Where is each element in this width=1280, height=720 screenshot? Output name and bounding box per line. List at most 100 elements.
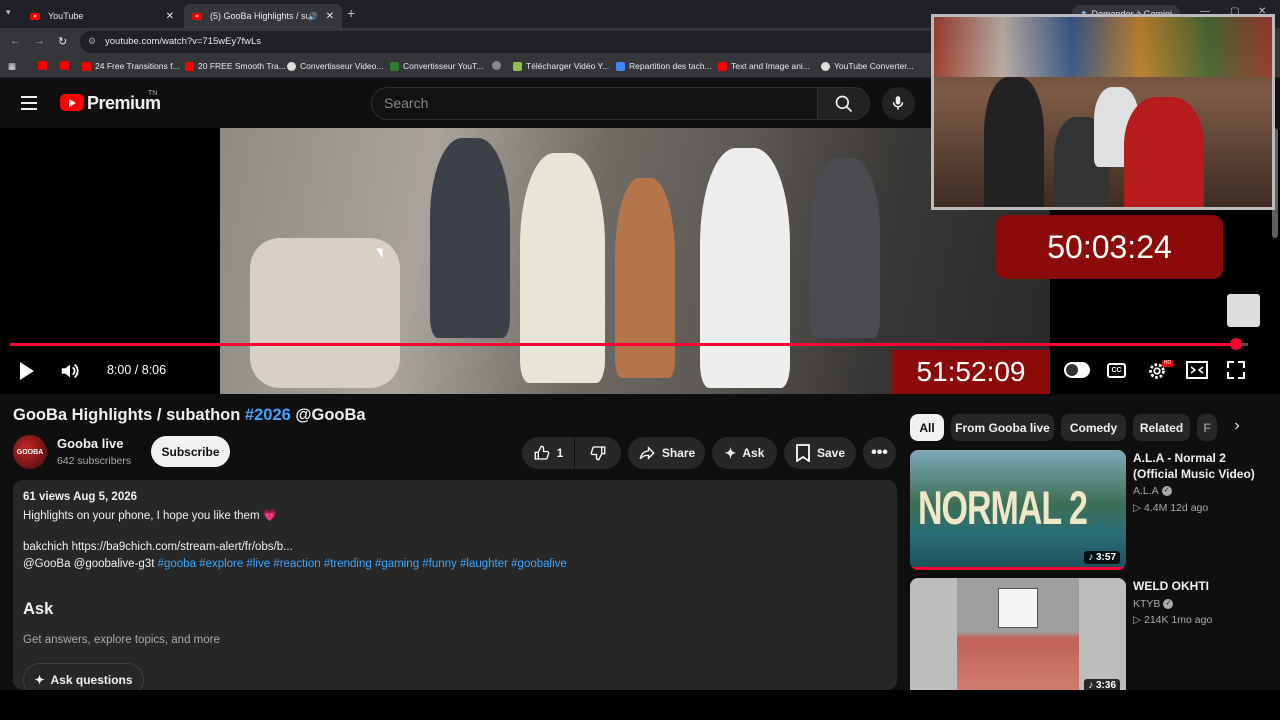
tab-search-icon[interactable]: ▾	[6, 7, 11, 18]
reload-icon[interactable]: ↻	[58, 35, 67, 48]
channel-watermark[interactable]	[1227, 294, 1260, 327]
scrubber-handle[interactable]	[1229, 338, 1242, 350]
ask-questions-label: Ask questions	[50, 673, 133, 687]
dancer-figure	[700, 148, 790, 388]
new-tab-icon[interactable]: +	[347, 5, 355, 21]
time-display: 8:00 / 8:06	[107, 363, 167, 377]
recommendation-channel[interactable]: A.L.A ✓	[1133, 485, 1172, 497]
theater-mode-icon[interactable]	[1186, 361, 1208, 379]
back-arrow-icon[interactable]: ←	[10, 35, 21, 47]
subscriber-count: 642 subscribers	[57, 455, 132, 467]
apps-grid-icon[interactable]: ▦	[8, 61, 16, 72]
tab-close-icon[interactable]: ✕	[326, 11, 334, 22]
save-label: Save	[816, 446, 846, 460]
site-info-icon[interactable]: ⚙	[88, 36, 96, 47]
armchair	[250, 238, 400, 388]
recommendation-channel[interactable]: KTYB ✓	[1133, 598, 1174, 610]
bookmark-item[interactable]: 20 FREE Smooth Tra...	[185, 61, 286, 71]
browser-tab-current[interactable]: (5) GooBa Highlights / subathon 🔊 ✕	[184, 4, 342, 28]
mentions[interactable]: @GooBa @goobalive-g3t	[23, 558, 158, 570]
subathon-timer-bottom: 51:52:09	[892, 350, 1050, 394]
title-hashtag[interactable]: #2026	[245, 406, 291, 424]
search-button[interactable]	[817, 87, 870, 120]
bookmark-item[interactable]: 24 Free Transitions f...	[82, 61, 180, 71]
recommendation-thumbnail[interactable]: NORMAL 2 ♪ 3:57	[910, 450, 1126, 570]
ask-button[interactable]: ✦ Ask	[712, 437, 777, 469]
save-button[interactable]: Save	[784, 437, 856, 469]
bookmark-item[interactable]: Repartition des tach...	[616, 61, 712, 71]
thumbnail-frame	[998, 588, 1038, 628]
bookmark-item[interactable]	[492, 61, 505, 70]
youtube-favicon-icon	[30, 12, 40, 20]
tab-close-icon[interactable]: ✕	[166, 11, 174, 22]
share-button[interactable]: Share	[628, 437, 705, 469]
bookmark-favicon-icon	[60, 61, 69, 70]
hashtags[interactable]: #gooba #explore #live #reaction #trendin…	[158, 558, 567, 570]
youtube-logo-icon[interactable]	[60, 94, 84, 111]
autoplay-toggle[interactable]	[1064, 362, 1090, 378]
duration-badge: ♪ 3:57	[1084, 551, 1120, 564]
tab-title: YouTube	[48, 11, 84, 21]
title-text: GooBa Highlights / subathon	[13, 406, 241, 424]
description-box[interactable]: 61 views Aug 5, 2026 Highlights on your …	[13, 480, 897, 697]
recommendation-thumbnail[interactable]: ♪ 3:36	[910, 578, 1126, 698]
chip-partial[interactable]: F	[1197, 414, 1217, 441]
streamer-figure	[1124, 97, 1204, 207]
microphone-icon	[892, 96, 904, 110]
bookmark-favicon-icon	[718, 61, 727, 71]
bookmark-item[interactable]: Télécharger Vidéo Y...	[513, 61, 609, 71]
channel-name[interactable]: Gooba live	[57, 436, 123, 451]
verified-icon: ✓	[1163, 599, 1174, 610]
progress-fill	[10, 343, 1236, 346]
play-icon[interactable]	[18, 361, 36, 381]
subscribe-button[interactable]: Subscribe	[151, 436, 230, 467]
more-dots-icon: •••	[871, 444, 888, 461]
ask-subtitle: Get answers, explore topics, and more	[23, 634, 220, 646]
bookmark-favicon-icon	[287, 61, 296, 71]
share-label: Share	[661, 446, 696, 460]
volume-icon[interactable]	[59, 360, 81, 382]
bookmark-item[interactable]: Convertisseur YouT...	[390, 61, 483, 71]
streamer-figure	[984, 77, 1044, 207]
bookmark-favicon-icon	[616, 61, 625, 71]
chip-all[interactable]: All	[910, 414, 944, 441]
bookmark-item[interactable]: YouTube Converter...	[821, 61, 914, 71]
bookmark-item[interactable]	[38, 61, 51, 70]
thumbs-down-icon	[590, 446, 606, 461]
verified-icon: ✓	[1161, 486, 1172, 497]
captions-icon[interactable]: CC	[1107, 363, 1126, 378]
share-icon	[639, 446, 655, 460]
chevron-right-icon[interactable]: ›	[1226, 417, 1248, 439]
browser-tab-youtube[interactable]: YouTube ✕	[22, 4, 182, 28]
bookmark-item[interactable]: Text and Image ani...	[718, 61, 810, 71]
webcam-overlay	[931, 14, 1275, 210]
chip-from-channel[interactable]: From Gooba live	[951, 414, 1054, 441]
recommendation-title[interactable]: A.L.A - Normal 2 (Official Music Video)	[1133, 450, 1273, 482]
bookmark-favicon-icon	[390, 61, 399, 71]
dislike-button[interactable]	[575, 437, 621, 469]
sparkle-icon: ✦	[724, 444, 737, 461]
ask-label: Ask	[742, 446, 765, 460]
bookmark-item[interactable]: Convertisseur Video...	[287, 61, 383, 71]
bookmark-favicon-icon	[513, 61, 522, 71]
progress-bar[interactable]	[10, 338, 1248, 350]
youtube-favicon-icon	[192, 12, 202, 20]
chip-comedy[interactable]: Comedy	[1061, 414, 1126, 441]
description-link-line[interactable]: bakchich https://ba9chich.com/stream-ale…	[23, 541, 293, 553]
title-mention[interactable]: @GooBa	[295, 406, 365, 424]
page-scrollbar[interactable]	[1272, 128, 1278, 688]
more-actions-button[interactable]: •••	[863, 437, 896, 469]
forward-arrow-icon[interactable]: →	[34, 35, 45, 47]
tab-audio-icon[interactable]: 🔊	[308, 12, 318, 21]
fullscreen-icon[interactable]	[1227, 361, 1245, 379]
description-line: Highlights on your phone, I hope you lik…	[23, 510, 278, 522]
url-text[interactable]: youtube.com/watch?v=715wEy7fwLs	[105, 36, 261, 47]
bookmark-item[interactable]	[60, 61, 73, 70]
recommendation-title[interactable]: WELD OKHTI	[1133, 578, 1273, 594]
search-input[interactable]	[384, 95, 804, 111]
menu-icon[interactable]	[21, 96, 37, 110]
voice-search-button[interactable]	[882, 87, 915, 120]
channel-avatar[interactable]: GOOBA	[13, 435, 47, 469]
like-button[interactable]: 1	[522, 437, 574, 469]
chip-related[interactable]: Related	[1133, 414, 1190, 441]
